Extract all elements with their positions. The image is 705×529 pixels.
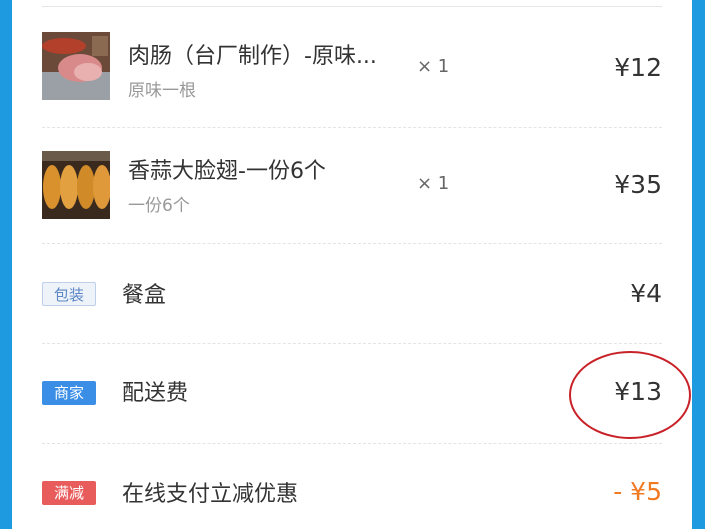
fee-amount: ¥4 <box>630 279 662 308</box>
fee-row-discount: 满减 在线支付立减优惠 - ¥5 <box>12 443 692 529</box>
item-subtitle: 原味一根 <box>128 81 196 101</box>
item-quantity: × 1 <box>417 56 450 77</box>
chicken-wings-photo <box>42 151 110 219</box>
badge-packaging: 包装 <box>42 282 96 306</box>
order-detail-card: 肉肠（台厂制作）-原味... 原味一根 × 1 ¥12 香蒜大脸翅-一份6个 一… <box>12 0 692 529</box>
item-price: ¥35 <box>614 170 662 199</box>
item-title: 香蒜大脸翅-一份6个 <box>128 159 326 184</box>
fee-label: 餐盒 <box>122 283 167 308</box>
item-title: 肉肠（台厂制作）-原味... <box>128 44 377 69</box>
item-quantity: × 1 <box>417 173 450 194</box>
fee-row-packaging: 包装 餐盒 ¥4 <box>12 243 692 343</box>
item-price: ¥12 <box>614 53 662 82</box>
fee-label: 在线支付立减优惠 <box>122 482 299 507</box>
fee-amount: - ¥5 <box>613 477 662 506</box>
fee-label: 配送费 <box>122 381 189 406</box>
sausage-photo <box>42 32 110 100</box>
highlight-circle <box>569 351 691 439</box>
order-item[interactable]: 香蒜大脸翅-一份6个 一份6个 × 1 ¥35 <box>12 127 692 243</box>
badge-merchant: 商家 <box>42 381 96 405</box>
order-item[interactable]: 肉肠（台厂制作）-原味... 原味一根 × 1 ¥12 <box>12 0 692 127</box>
item-subtitle: 一份6个 <box>128 196 190 216</box>
badge-discount: 满减 <box>42 481 96 505</box>
